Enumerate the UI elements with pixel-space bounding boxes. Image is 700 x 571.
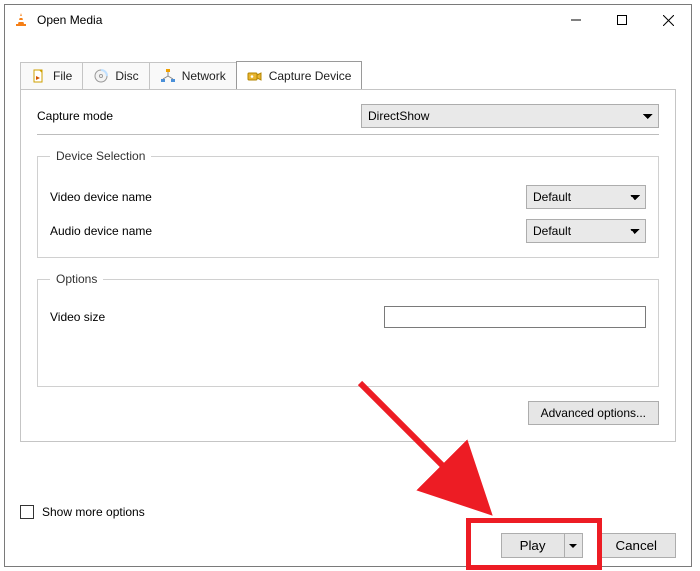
window-controls bbox=[553, 5, 691, 35]
tab-capture-device[interactable]: Capture Device bbox=[236, 61, 363, 89]
footer-buttons: Play Cancel bbox=[20, 533, 676, 558]
video-device-row: Video device name Default bbox=[50, 185, 646, 209]
video-size-row: Video size bbox=[50, 306, 646, 328]
window-title: Open Media bbox=[37, 13, 102, 27]
play-dropdown-button[interactable] bbox=[565, 533, 583, 558]
separator bbox=[37, 134, 659, 135]
client-area: File Disc bbox=[5, 35, 691, 566]
play-split-button: Play bbox=[501, 533, 583, 558]
tab-file[interactable]: File bbox=[20, 62, 83, 89]
capture-mode-label: Capture mode bbox=[37, 109, 113, 123]
cancel-button[interactable]: Cancel bbox=[597, 533, 677, 558]
options-group: Options Video size bbox=[37, 272, 659, 387]
tab-capture-device-label: Capture Device bbox=[269, 69, 352, 83]
show-more-options[interactable]: Show more options bbox=[20, 505, 676, 519]
capture-mode-row: Capture mode DirectShow bbox=[37, 104, 659, 128]
bottom-bar: Show more options Play Cancel bbox=[20, 505, 676, 558]
disc-icon bbox=[93, 68, 109, 84]
tab-disc-label: Disc bbox=[115, 69, 138, 83]
vlc-cone-icon bbox=[13, 12, 29, 28]
video-device-select[interactable]: Default bbox=[526, 185, 646, 209]
advanced-options-button[interactable]: Advanced options... bbox=[528, 401, 659, 425]
file-icon bbox=[31, 68, 47, 84]
device-selection-group: Device Selection Video device name Defau… bbox=[37, 149, 659, 258]
show-more-checkbox[interactable] bbox=[20, 505, 34, 519]
advanced-options-row: Advanced options... bbox=[37, 401, 659, 425]
close-button[interactable] bbox=[645, 5, 691, 35]
device-selection-legend: Device Selection bbox=[50, 149, 151, 163]
tab-file-label: File bbox=[53, 69, 72, 83]
tab-disc[interactable]: Disc bbox=[82, 62, 149, 89]
play-button[interactable]: Play bbox=[501, 533, 565, 558]
capture-panel: Capture mode DirectShow Device Selection… bbox=[20, 89, 676, 442]
title-bar: Open Media bbox=[5, 5, 691, 35]
video-device-label: Video device name bbox=[50, 190, 526, 204]
audio-device-label: Audio device name bbox=[50, 224, 526, 238]
tab-network[interactable]: Network bbox=[149, 62, 237, 89]
video-size-label: Video size bbox=[50, 310, 105, 324]
video-size-input[interactable] bbox=[384, 306, 646, 328]
minimize-button[interactable] bbox=[553, 5, 599, 35]
tab-area: File Disc bbox=[20, 63, 676, 442]
tab-network-label: Network bbox=[182, 69, 226, 83]
maximize-button[interactable] bbox=[599, 5, 645, 35]
network-icon bbox=[160, 68, 176, 84]
audio-device-select[interactable]: Default bbox=[526, 219, 646, 243]
capture-mode-select[interactable]: DirectShow bbox=[361, 104, 659, 128]
open-media-window: Open Media File bbox=[4, 4, 692, 567]
audio-device-row: Audio device name Default bbox=[50, 219, 646, 243]
capture-device-icon bbox=[247, 68, 263, 84]
options-legend: Options bbox=[50, 272, 103, 286]
show-more-label: Show more options bbox=[42, 505, 145, 519]
tabstrip: File Disc bbox=[20, 63, 676, 89]
